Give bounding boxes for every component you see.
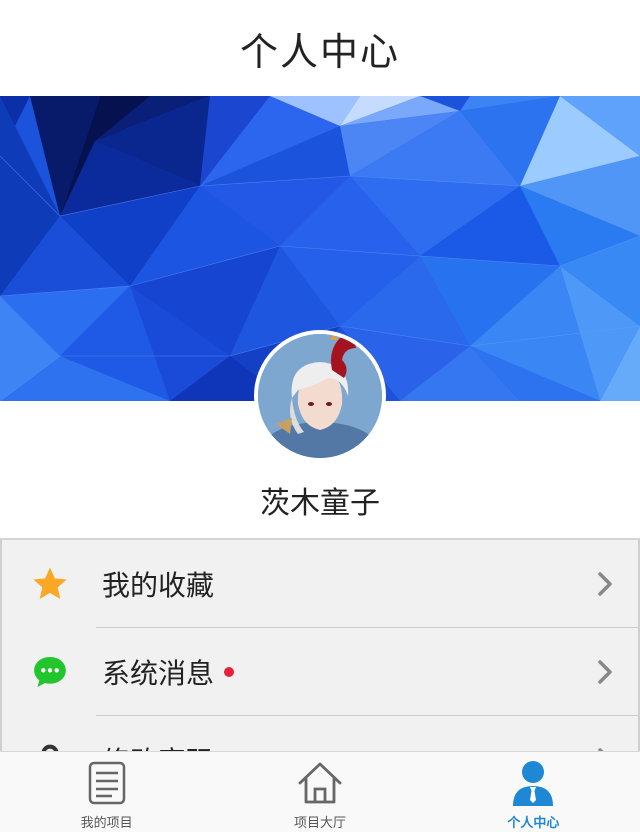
notification-dot [224, 667, 235, 677]
page-header: 个人中心 [0, 0, 640, 96]
chevron-right-icon [594, 658, 616, 686]
menu-item-label-with-dot: 系统消息 [102, 652, 235, 692]
settings-menu: 我的收藏 系统消息 修改密码 [0, 538, 640, 758]
bottom-tab-bar: 我的项目 项目大厅 个人中心 [0, 751, 640, 832]
menu-item-label: 我的收藏 [102, 569, 215, 602]
menu-item-label: 系统消息 [102, 657, 215, 690]
chat-bubble-icon [28, 650, 72, 694]
tab-label: 我的项目 [80, 816, 133, 831]
menu-item-system-messages[interactable]: 系统消息 [2, 628, 638, 716]
menu-item-favorites[interactable]: 我的收藏 [2, 540, 638, 628]
person-icon [508, 758, 558, 808]
page-title: 个人中心 [239, 29, 400, 74]
chevron-right-icon [594, 570, 616, 598]
tab-label: 个人中心 [507, 816, 560, 831]
tab-my-projects[interactable]: 我的项目 [0, 752, 213, 832]
tab-label: 项目大厅 [293, 816, 346, 831]
star-icon [28, 562, 72, 606]
avatar-illustration [258, 334, 382, 458]
home-icon [295, 758, 345, 808]
user-avatar-icon[interactable] [254, 330, 386, 462]
list-icon [82, 758, 132, 808]
username: 茨木童子 [260, 486, 380, 521]
tab-personal-center[interactable]: 个人中心 [427, 752, 640, 832]
tab-project-hall[interactable]: 项目大厅 [213, 752, 426, 832]
